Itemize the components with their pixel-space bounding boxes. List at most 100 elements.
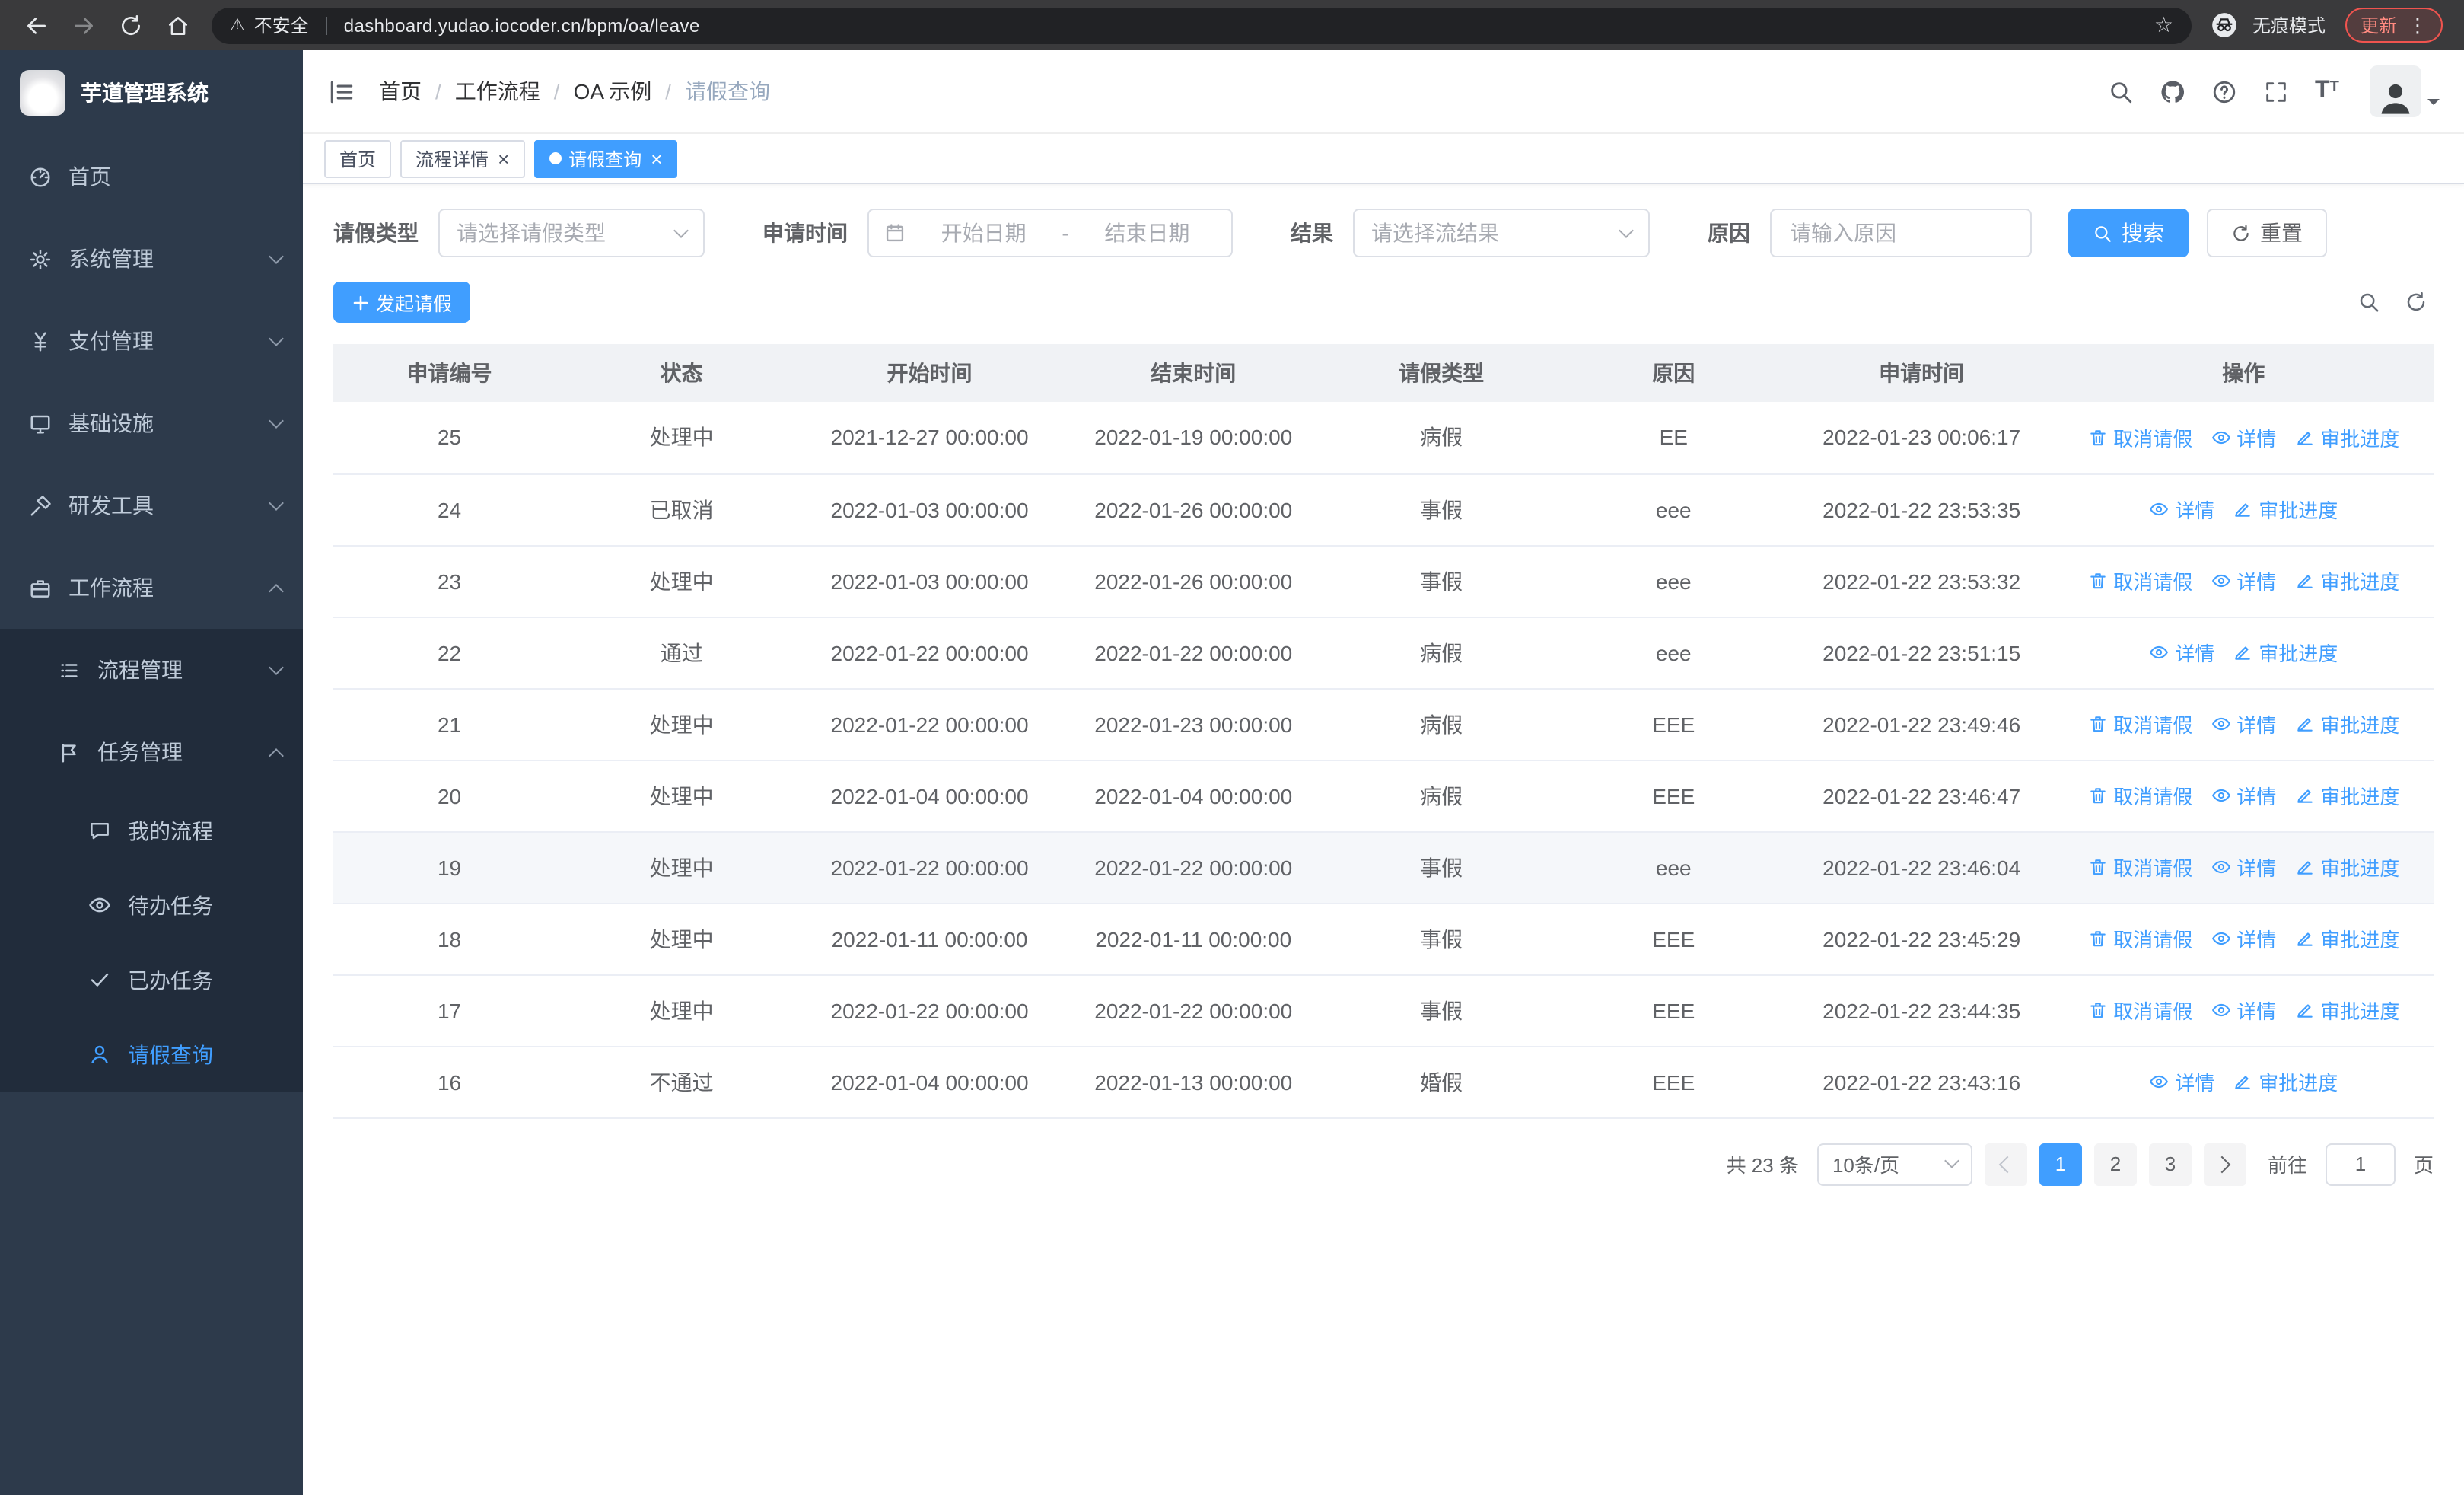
sidebar-item-home[interactable]: 首页 — [0, 135, 303, 218]
detail-action[interactable]: 详情 — [2211, 709, 2276, 738]
reset-button[interactable]: 重置 — [2207, 209, 2327, 257]
cell-leave_type: 事假 — [1325, 831, 1558, 904]
sidebar-item-dev-tools[interactable]: 研发工具 — [0, 464, 303, 547]
sidebar-item-label: 我的流程 — [128, 818, 213, 843]
breadcrumb-item[interactable]: 首页 — [379, 76, 422, 107]
detail-action[interactable]: 详情 — [2211, 853, 2276, 881]
avatar[interactable] — [2370, 65, 2421, 117]
address-bar[interactable]: ⚠ 不安全 dashboard.yudao.iocoder.cn/bpm/oa/… — [212, 7, 2192, 43]
progress-action[interactable]: 审批进度 — [2294, 781, 2399, 810]
cell-apply_time: 2022-01-22 23:49:46 — [1789, 688, 2054, 760]
reason-input[interactable] — [1770, 209, 2032, 257]
sidebar-item-leave-query[interactable]: 请假查询 — [0, 1017, 303, 1092]
chevron-down-icon — [269, 248, 284, 263]
next-page-button[interactable] — [2203, 1143, 2246, 1185]
table-refresh-icon[interactable] — [2405, 291, 2427, 314]
browser-menu-icon[interactable]: ⋮ — [2408, 13, 2427, 37]
tab-close-icon[interactable]: × — [498, 148, 509, 168]
prev-page-button[interactable] — [1984, 1143, 2027, 1185]
browser-reload-icon[interactable] — [119, 13, 143, 37]
cell-reason: eee — [1557, 545, 1790, 617]
omnibox-divider — [325, 16, 327, 34]
tab-close-icon[interactable]: × — [651, 148, 662, 168]
sidebar-item-task-management[interactable]: 任务管理 — [0, 711, 303, 793]
progress-action[interactable]: 审批进度 — [2294, 709, 2399, 738]
progress-action[interactable]: 审批进度 — [2233, 638, 2338, 667]
cancel-action[interactable]: 取消请假 — [2087, 853, 2192, 881]
cell-end_time: 2022-01-19 00:00:00 — [1061, 402, 1326, 474]
cancel-action[interactable]: 取消请假 — [2087, 781, 2192, 810]
cell-actions: 取消请假 详情 审批进度 — [2053, 831, 2434, 904]
progress-action[interactable]: 审批进度 — [2294, 924, 2399, 953]
progress-action[interactable]: 审批进度 — [2294, 996, 2399, 1025]
tab-leave-query[interactable]: 请假查询 × — [533, 139, 678, 177]
sidebar-item-process-management[interactable]: 流程管理 — [0, 629, 303, 711]
detail-action[interactable]: 详情 — [2149, 1067, 2214, 1096]
detail-action[interactable]: 详情 — [2149, 638, 2214, 667]
search-button[interactable]: 搜索 — [2068, 209, 2189, 257]
github-icon[interactable] — [2160, 78, 2185, 104]
result-select[interactable]: 请选择流结果 — [1353, 209, 1650, 257]
detail-action[interactable]: 详情 — [2211, 924, 2276, 953]
sidebar-item-done-tasks[interactable]: 已办任务 — [0, 942, 303, 1017]
browser-home-icon[interactable] — [166, 13, 190, 37]
question-icon[interactable] — [2211, 78, 2237, 104]
bookmark-star-icon[interactable]: ☆ — [2154, 12, 2173, 38]
progress-action[interactable]: 审批进度 — [2233, 1067, 2338, 1096]
cell-status: 处理中 — [565, 545, 798, 617]
detail-action[interactable]: 详情 — [2211, 423, 2276, 452]
breadcrumb-item[interactable]: 工作流程 — [455, 76, 540, 107]
sidebar-item-payment[interactable]: 支付管理 — [0, 300, 303, 382]
cancel-action[interactable]: 取消请假 — [2087, 566, 2192, 595]
breadcrumb-item[interactable]: OA 示例 — [574, 76, 652, 107]
cell-reason: eee — [1557, 617, 1790, 689]
leave-type-select[interactable]: 请选择请假类型 — [438, 209, 705, 257]
progress-action[interactable]: 审批进度 — [2294, 566, 2399, 595]
sidebar-item-system[interactable]: 系统管理 — [0, 218, 303, 300]
page-button-3[interactable]: 3 — [2148, 1143, 2192, 1185]
cancel-action[interactable]: 取消请假 — [2087, 423, 2192, 452]
filter-form: 请假类型 请选择请假类型 申请时间 开始日期 - 结束日期 结果 请选择流结果 … — [333, 209, 2434, 257]
page-button-2[interactable]: 2 — [2093, 1143, 2137, 1185]
goto-page-input[interactable] — [2325, 1143, 2396, 1185]
cell-id: 19 — [333, 831, 566, 904]
edit-icon — [2294, 428, 2314, 448]
tab-home[interactable]: 首页 — [324, 139, 392, 177]
fullscreen-icon[interactable] — [2263, 78, 2289, 104]
detail-action[interactable]: 详情 — [2211, 996, 2276, 1025]
cell-actions: 详情 审批进度 — [2053, 617, 2434, 689]
progress-action[interactable]: 审批进度 — [2233, 495, 2338, 524]
browser-update-button[interactable]: 更新 ⋮ — [2345, 8, 2443, 43]
font-size-icon[interactable]: TT — [2315, 78, 2341, 104]
create-leave-button[interactable]: 发起请假 — [333, 282, 471, 323]
page-size-select[interactable]: 10条/页 — [1816, 1143, 1972, 1185]
cancel-action[interactable]: 取消请假 — [2087, 996, 2192, 1025]
detail-action[interactable]: 详情 — [2211, 566, 2276, 595]
cancel-action[interactable]: 取消请假 — [2087, 709, 2192, 738]
cell-reason: EEE — [1557, 974, 1790, 1047]
tab-process-detail[interactable]: 流程详情 × — [400, 139, 525, 177]
page-button-1[interactable]: 1 — [2039, 1143, 2082, 1185]
cell-id: 17 — [333, 974, 566, 1047]
eye-icon — [88, 894, 111, 916]
progress-action[interactable]: 审批进度 — [2294, 423, 2399, 452]
sidebar-item-infrastructure[interactable]: 基础设施 — [0, 382, 303, 464]
table-search-icon[interactable] — [2357, 291, 2380, 314]
sidebar-item-todo-tasks[interactable]: 待办任务 — [0, 868, 303, 942]
column-header: 结束时间 — [1061, 344, 1326, 402]
sidebar-toggle-icon[interactable] — [327, 77, 356, 106]
sidebar-item-my-processes[interactable]: 我的流程 — [0, 793, 303, 868]
page-unit: 页 — [2413, 1154, 2434, 1177]
user-menu[interactable] — [2370, 65, 2440, 117]
progress-action[interactable]: 审批进度 — [2294, 853, 2399, 881]
browser-back-icon[interactable] — [24, 13, 49, 37]
browser-forward-icon[interactable] — [72, 13, 96, 37]
sidebar-item-workflow[interactable]: 工作流程 — [0, 547, 303, 629]
breadcrumb: 首页 / 工作流程 / OA 示例 / 请假查询 — [379, 76, 770, 107]
search-icon[interactable] — [2108, 78, 2134, 104]
cancel-action[interactable]: 取消请假 — [2087, 924, 2192, 953]
apply-time-range-picker[interactable]: 开始日期 - 结束日期 — [867, 209, 1233, 257]
cell-end_time: 2022-01-26 00:00:00 — [1061, 473, 1326, 546]
detail-action[interactable]: 详情 — [2211, 781, 2276, 810]
detail-action[interactable]: 详情 — [2149, 495, 2214, 524]
